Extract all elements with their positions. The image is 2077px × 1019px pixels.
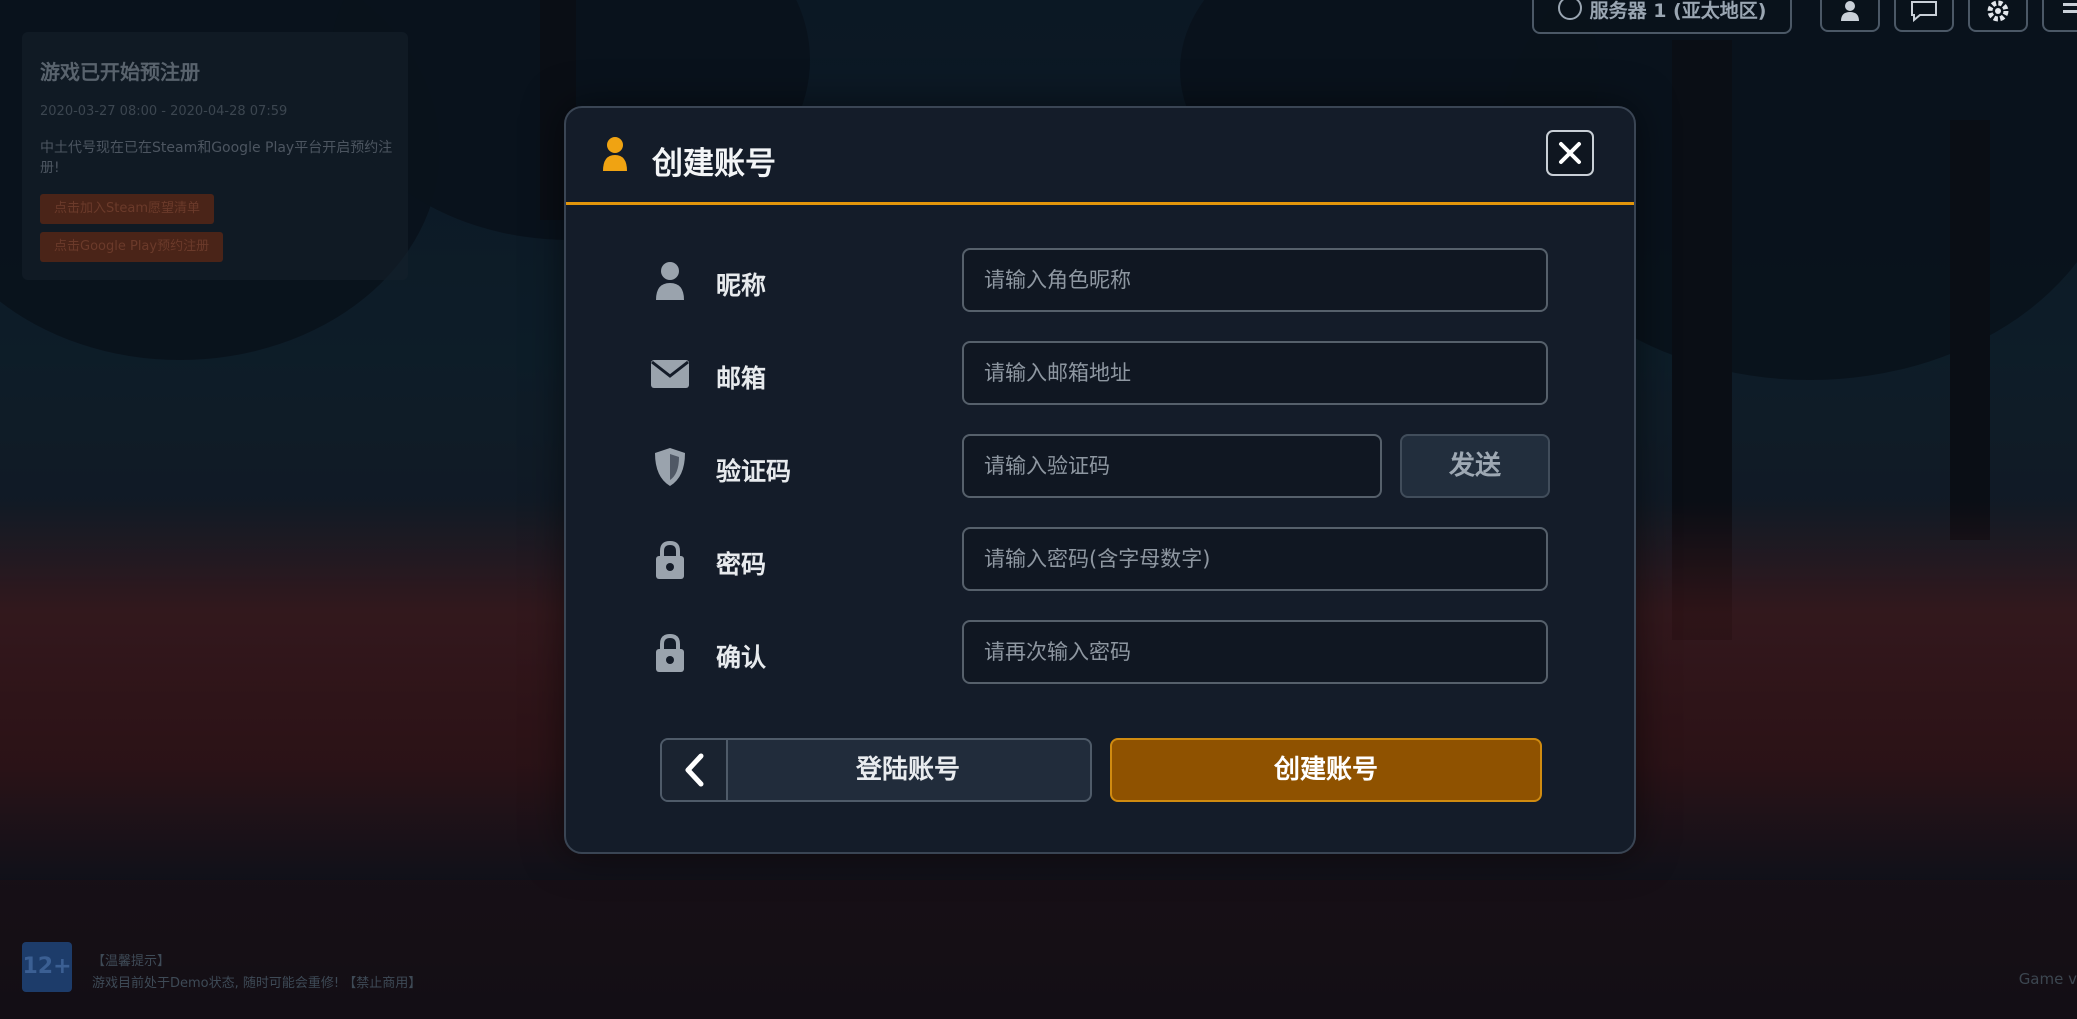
- announcement-panel: 游戏已开始预注册 2020-03-27 08:00 - 2020-04-28 0…: [22, 32, 408, 280]
- notice-text: 游戏目前处于Demo状态, 随时可能会重修! 【禁止商用】: [92, 976, 422, 991]
- confirm-password-input[interactable]: [962, 620, 1548, 684]
- server-label: 服务器 1 (亚太地区): [1589, 0, 1767, 22]
- announcement-description: 中土代号现在已在Steam和Google Play平台开启预约注册!: [40, 140, 393, 176]
- create-account-dialog: 创建账号 昵称 邮箱 验证码 发送 密码: [564, 106, 1636, 854]
- account-button[interactable]: [1820, 0, 1880, 32]
- chat-icon: [1911, 1, 1937, 23]
- menu-icon: [2063, 3, 2077, 13]
- age-rating-badge: 12+: [22, 942, 72, 992]
- login-account-button[interactable]: 登陆账号: [660, 738, 1092, 802]
- password-label: 密码: [716, 550, 767, 579]
- google-play-preregister-button[interactable]: 点击Google Play预约注册: [40, 232, 224, 262]
- settings-button[interactable]: [1968, 0, 2028, 32]
- verification-code-input[interactable]: [962, 434, 1382, 498]
- lock-icon: [650, 539, 690, 581]
- verification-code-row: 验证码 发送: [566, 434, 1634, 500]
- nickname-input[interactable]: [962, 248, 1548, 312]
- confirm-password-row: 确认: [566, 620, 1634, 686]
- lock-icon: [650, 632, 690, 674]
- steam-wishlist-button[interactable]: 点击加入Steam愿望清单: [40, 194, 214, 224]
- announcement-date: 2020-03-27 08:00 - 2020-04-28 07:59: [40, 104, 288, 119]
- close-button[interactable]: [1546, 130, 1594, 176]
- nickname-row: 昵称: [566, 248, 1634, 314]
- verification-code-label: 验证码: [716, 457, 792, 486]
- email-input[interactable]: [962, 341, 1548, 405]
- account-icon: [1841, 1, 1859, 21]
- dialog-title: 创建账号: [652, 146, 776, 182]
- announcement-title: 游戏已开始预注册: [40, 60, 200, 84]
- globe-icon: [1557, 0, 1582, 20]
- confirm-password-label: 确认: [716, 643, 767, 672]
- password-row: 密码: [566, 527, 1634, 593]
- mail-icon: [650, 353, 690, 395]
- email-label: 邮箱: [716, 364, 767, 393]
- user-icon: [602, 136, 628, 176]
- dialog-header: 创建账号: [566, 108, 1634, 205]
- notice-title: 【温馨提示】: [92, 954, 171, 969]
- shield-icon: [650, 446, 690, 488]
- create-account-button[interactable]: 创建账号: [1110, 738, 1542, 802]
- chat-button[interactable]: [1894, 0, 1954, 32]
- user-icon: [650, 260, 690, 302]
- menu-button[interactable]: [2042, 0, 2077, 32]
- password-input[interactable]: [962, 527, 1548, 591]
- close-icon: [1559, 142, 1581, 164]
- nickname-label: 昵称: [716, 271, 767, 300]
- email-row: 邮箱: [566, 341, 1634, 407]
- game-version: Game v: [2018, 970, 2077, 988]
- chevron-left-icon: [662, 740, 728, 800]
- server-select-button[interactable]: 服务器 1 (亚太地区): [1532, 0, 1792, 34]
- login-account-label: 登陆账号: [855, 755, 960, 785]
- gear-icon: [1987, 0, 2009, 22]
- send-code-button[interactable]: 发送: [1400, 434, 1550, 498]
